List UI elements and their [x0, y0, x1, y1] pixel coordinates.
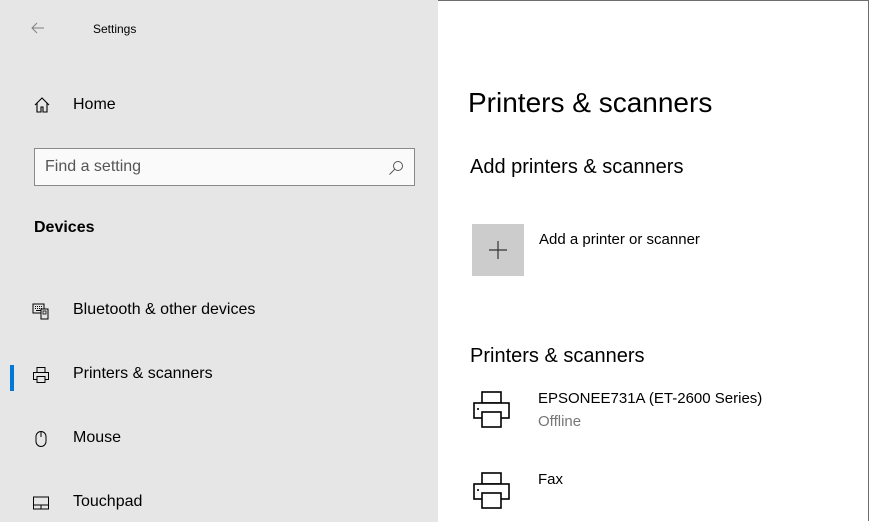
list-section-title: Printers & scanners [470, 345, 645, 367]
back-button[interactable] [28, 18, 52, 42]
sidebar-item-printers-scanners[interactable]: Printers & scanners [0, 347, 438, 403]
app-title: Settings [93, 22, 137, 36]
sidebar-item-home[interactable]: Home [0, 84, 438, 126]
sidebar-item-touchpad[interactable]: Touchpad [0, 475, 438, 531]
printer-status: Offline [538, 413, 582, 430]
sidebar-item-label: Printers & scanners [73, 365, 213, 382]
sidebar-item-mouse[interactable]: Mouse [0, 411, 438, 467]
sidebar: Settings Home Devices Blueto [0, 0, 438, 522]
add-printer-label: Add a printer or scanner [539, 231, 700, 248]
search-icon[interactable] [388, 160, 404, 176]
home-label: Home [73, 96, 116, 113]
sidebar-item-label: Mouse [73, 429, 122, 446]
selection-indicator [10, 365, 14, 391]
touchpad-icon [32, 494, 50, 512]
printer-name: Fax [538, 471, 564, 488]
title-bar: Settings [0, 0, 438, 60]
sidebar-item-bluetooth[interactable]: Bluetooth & other devices [0, 283, 438, 339]
home-icon [33, 96, 51, 114]
main-content: Printers & scanners Add printers & scann… [438, 0, 869, 522]
add-printer-button[interactable]: Add a printer or scanner [472, 224, 852, 280]
printer-item[interactable]: Fax [472, 471, 852, 531]
mouse-icon [32, 430, 50, 448]
section-header-devices: Devices [34, 219, 95, 236]
search-box [34, 148, 415, 186]
back-arrow-icon [31, 22, 44, 34]
search-input[interactable] [35, 149, 385, 185]
plus-icon [489, 241, 507, 259]
add-section-title: Add printers & scanners [470, 156, 684, 178]
add-tile [472, 224, 524, 276]
sidebar-item-label: Bluetooth & other devices [73, 301, 256, 318]
printer-name: EPSONEE731A (ET-2600 Series) [538, 390, 763, 407]
printer-icon [472, 390, 512, 430]
fax-printer-icon [472, 471, 512, 511]
sidebar-item-label: Touchpad [73, 493, 143, 510]
keyboard-devices-icon [32, 302, 50, 320]
printer-item[interactable]: EPSONEE731A (ET-2600 Series) Offline [472, 390, 852, 450]
printer-icon [32, 366, 50, 384]
page-title: Printers & scanners [468, 87, 713, 118]
